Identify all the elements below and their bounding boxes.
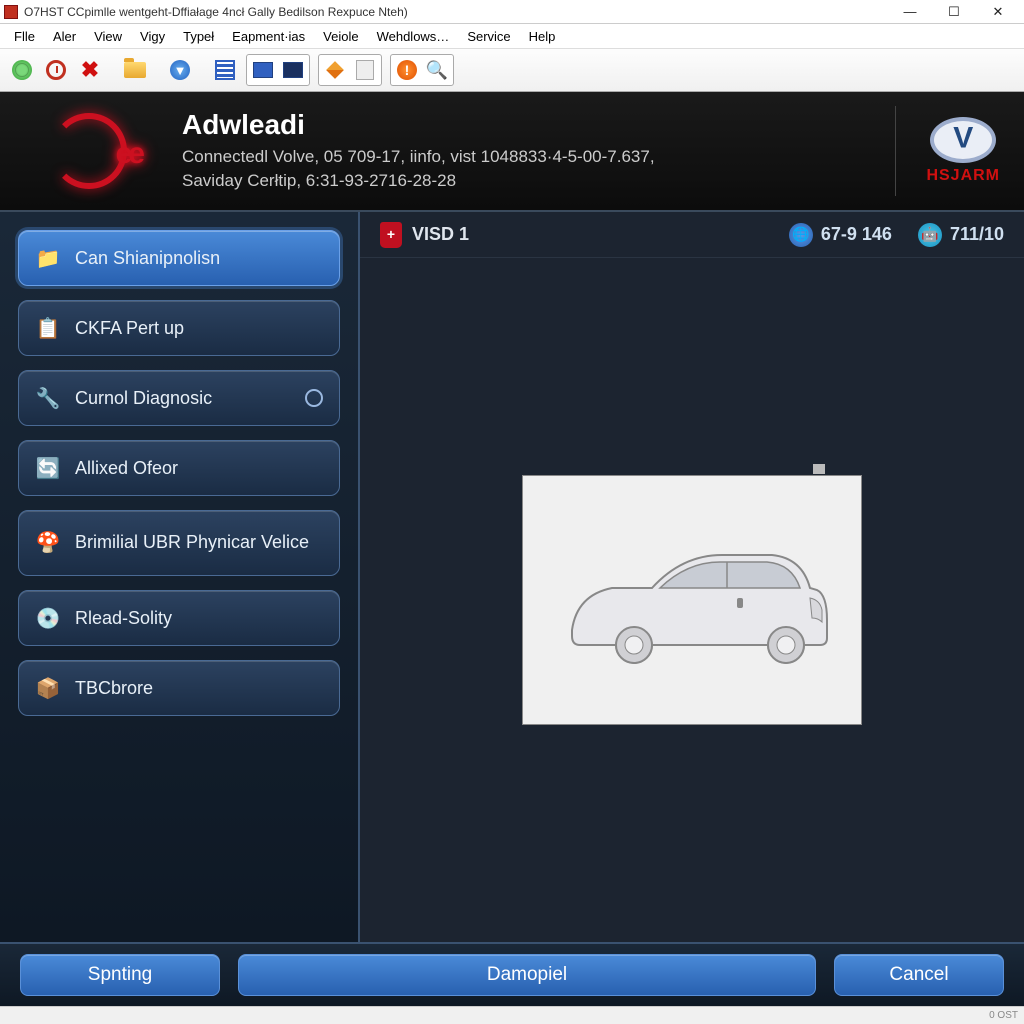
pencil-icon: [326, 61, 344, 79]
box-icon: 📦: [35, 675, 61, 701]
radio-icon: [305, 389, 323, 407]
tb-group-display: [246, 54, 310, 86]
nav-label: Curnol Diagnosic: [75, 388, 212, 409]
nav-label: Can Shianipnolisn: [75, 248, 220, 269]
robot-icon: 🤖: [918, 223, 942, 247]
nav-brimilial-ubr[interactable]: 🍄 Brimilial UBR Phynicar Velice: [18, 510, 340, 576]
stat-2: 🤖 711/10: [918, 223, 1004, 247]
stat-1: 🌐 67-9 146: [789, 223, 892, 247]
nav-label: Brimilial UBR Phynicar Velice: [75, 532, 309, 554]
tb-edit[interactable]: [320, 56, 350, 84]
recycle-icon: 🔄: [35, 455, 61, 481]
folder-icon: [124, 62, 146, 78]
clipboard-icon: 📋: [35, 315, 61, 341]
sidebar: 📁 Can Shianipnolisn 📋 CKFA Pert up 🔧 Cur…: [0, 212, 360, 942]
clock-icon: [46, 60, 66, 80]
globe-icon: 🌐: [789, 223, 813, 247]
cancel-button[interactable]: Cancel: [834, 954, 1004, 996]
minimize-button[interactable]: [888, 1, 932, 23]
close-button[interactable]: [976, 1, 1020, 23]
nav-rlead-solity[interactable]: 💿 Rlead-Solity: [18, 590, 340, 646]
tb-clock[interactable]: [40, 54, 72, 86]
app-header: ee Adwleadi Connectedl Volve, 05 709-17,…: [0, 92, 1024, 212]
globe-icon: [12, 60, 32, 80]
nav-label: Allixed Ofeor: [75, 458, 178, 479]
toolbar: ✖ ▼ ! 🔍: [0, 48, 1024, 92]
main-header: VISD 1 🌐 67-9 146 🤖 711/10: [360, 212, 1024, 258]
menu-windows[interactable]: Wehdlows…: [369, 27, 458, 46]
header-line2: Saviday Cerłtip, 6:31-93-2716-28-28: [182, 169, 655, 193]
maximize-button[interactable]: [932, 1, 976, 23]
tb-group-alert: ! 🔍: [390, 54, 454, 86]
tb-display2[interactable]: [278, 56, 308, 84]
wrench-icon: 🔧: [35, 385, 61, 411]
nav-can-shianipnolisn[interactable]: 📁 Can Shianipnolisn: [18, 230, 340, 286]
tb-grid[interactable]: [209, 54, 241, 86]
window-title: O7HST CCpimlle wentgeht-Dffiałage 4ncł G…: [24, 5, 408, 19]
tb-search[interactable]: 🔍: [422, 56, 452, 84]
header-info: Adwleadi Connectedl Volve, 05 709-17, ii…: [182, 109, 655, 193]
tb-group-edit: [318, 54, 382, 86]
tb-doc[interactable]: [350, 56, 380, 84]
search-icon: 🔍: [427, 60, 447, 80]
app-logo: ee: [24, 111, 154, 191]
main-title: VISD 1: [412, 224, 469, 245]
header-title: Adwleadi: [182, 109, 655, 141]
damopiel-button[interactable]: Damopiel: [238, 954, 816, 996]
menu-service[interactable]: Service: [459, 27, 518, 46]
spnting-button[interactable]: Spnting: [20, 954, 220, 996]
alert-icon: !: [397, 60, 417, 80]
nav-label: CKFA Pert up: [75, 318, 184, 339]
monitor-icon: [283, 62, 303, 78]
car-icon: [542, 510, 842, 690]
window-controls: [888, 1, 1020, 23]
download-icon: ▼: [170, 60, 190, 80]
folder-icon: 📁: [35, 245, 61, 271]
menu-aler[interactable]: Aler: [45, 27, 84, 46]
app-icon: [4, 5, 18, 19]
nav-label: TBCbrore: [75, 678, 153, 699]
statusbar: 0 OST: [0, 1006, 1024, 1024]
footer: Spnting Damopiel Cancel: [0, 942, 1024, 1006]
nav-tbcbrore[interactable]: 📦 TBCbrore: [18, 660, 340, 716]
shield-icon: [380, 222, 402, 248]
menubar: Flle Aler View Vigy Typeł Eapment·ias Ve…: [0, 24, 1024, 48]
mushroom-icon: 🍄: [35, 530, 61, 556]
stat-value: 711/10: [950, 224, 1004, 245]
menu-view[interactable]: View: [86, 27, 130, 46]
app-body: ee Adwleadi Connectedl Volve, 05 709-17,…: [0, 92, 1024, 1006]
menu-equipment[interactable]: Eapment·ias: [224, 27, 313, 46]
nav-ckfa-pert-up[interactable]: 📋 CKFA Pert up: [18, 300, 340, 356]
monitor-icon: [253, 62, 273, 78]
grid-icon: [215, 60, 235, 80]
nav-allixed-ofeor[interactable]: 🔄 Allixed Ofeor: [18, 440, 340, 496]
tb-globe[interactable]: [6, 54, 38, 86]
brand-name: HSJARM: [926, 167, 1000, 185]
tb-delete[interactable]: ✖: [74, 54, 106, 86]
menu-help[interactable]: Help: [521, 27, 564, 46]
tb-display1[interactable]: [248, 56, 278, 84]
document-icon: [356, 60, 374, 80]
disc-icon: 💿: [35, 605, 61, 631]
nav-curnol-diagnostic[interactable]: 🔧 Curnol Diagnosic: [18, 370, 340, 426]
vehicle-image-box: [522, 475, 862, 725]
header-line1: Connectedl Volve, 05 709-17, iinfo, vist…: [182, 145, 655, 169]
menu-file[interactable]: Flle: [6, 27, 43, 46]
content: 📁 Can Shianipnolisn 📋 CKFA Pert up 🔧 Cur…: [0, 212, 1024, 942]
titlebar: O7HST CCpimlle wentgeht-Dffiałage 4ncł G…: [0, 0, 1024, 24]
brand-logo: V HSJARM: [895, 106, 1000, 196]
status-right: 0 OST: [989, 1010, 1018, 1021]
tb-download[interactable]: ▼: [164, 54, 196, 86]
tb-alert[interactable]: !: [392, 56, 422, 84]
main-panel: VISD 1 🌐 67-9 146 🤖 711/10: [360, 212, 1024, 942]
menu-type[interactable]: Typeł: [175, 27, 222, 46]
nav-label: Rlead-Solity: [75, 608, 172, 629]
main-view: [360, 258, 1024, 942]
menu-vehicle[interactable]: Veiole: [315, 27, 366, 46]
x-icon: ✖: [81, 57, 99, 83]
tb-open[interactable]: [119, 54, 151, 86]
stat-value: 67-9 146: [821, 224, 892, 245]
menu-vigy[interactable]: Vigy: [132, 27, 173, 46]
header-stats: 🌐 67-9 146 🤖 711/10: [789, 223, 1004, 247]
